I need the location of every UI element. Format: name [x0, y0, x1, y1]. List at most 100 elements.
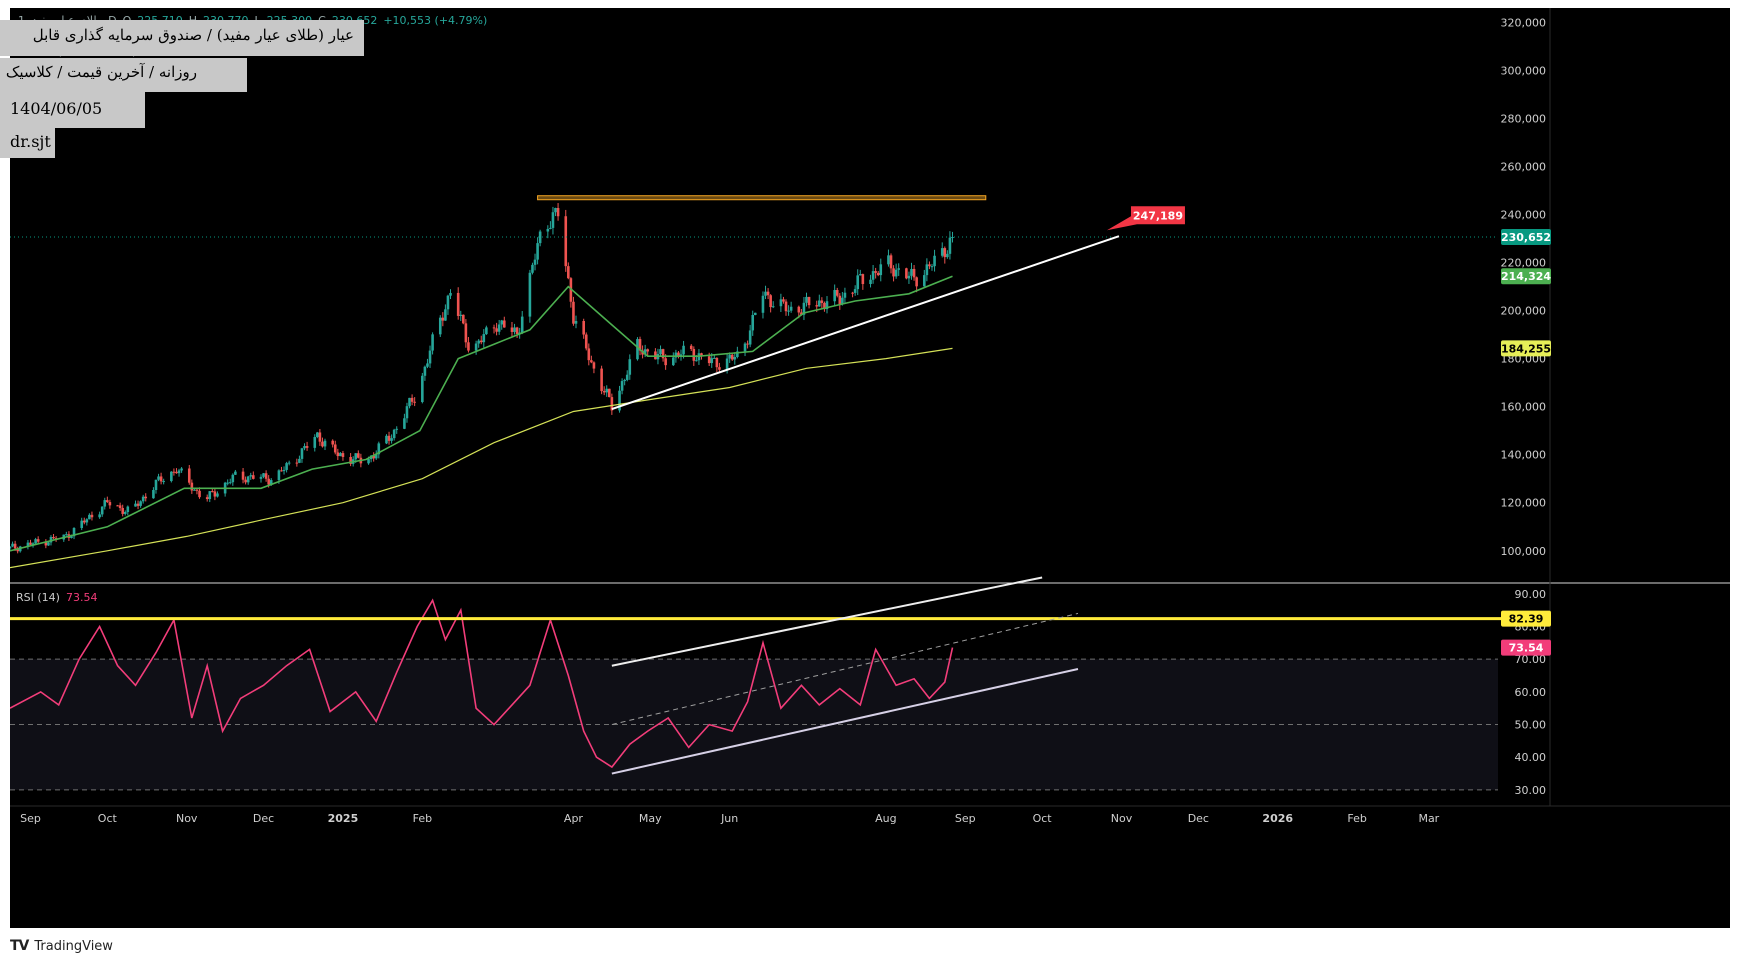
candle-body — [951, 236, 954, 238]
candle-body — [187, 468, 191, 483]
candle-body — [234, 471, 237, 475]
candle-body — [479, 340, 483, 343]
candle-body — [556, 207, 560, 217]
candle-body — [779, 299, 783, 307]
candle-body — [789, 306, 793, 311]
candle-body — [190, 482, 194, 491]
candle-body — [672, 357, 675, 366]
candle-body — [141, 496, 145, 502]
candle-body — [280, 470, 283, 472]
candle-body — [103, 500, 107, 507]
candle-body — [928, 264, 931, 267]
candle-body — [331, 440, 334, 445]
candle-body — [282, 469, 286, 472]
candle-body — [861, 274, 865, 285]
candle-body — [318, 432, 322, 442]
candle-body — [246, 476, 250, 483]
candle-body — [449, 292, 452, 296]
candle-body — [408, 397, 411, 407]
candle-body — [88, 514, 91, 520]
candle-body — [198, 490, 201, 498]
candle-body — [459, 314, 463, 316]
candle-body — [464, 323, 468, 343]
rsi-tick-label: 60.00 — [1515, 686, 1547, 699]
candle-body — [226, 482, 229, 484]
candle-body — [492, 327, 496, 329]
candle-body — [392, 429, 396, 439]
candle-body — [894, 269, 898, 277]
candle-body — [515, 327, 519, 334]
candle-body — [549, 227, 552, 229]
candle-body — [267, 478, 270, 485]
candle-body — [252, 475, 255, 479]
candle-body — [295, 462, 299, 464]
candle-body — [339, 453, 342, 457]
time-tick-label: Aug — [875, 812, 896, 825]
candle-body — [367, 459, 370, 464]
time-tick-label: Sep — [20, 812, 41, 825]
candle-body — [753, 312, 757, 315]
candle-body — [121, 507, 124, 514]
candle-body — [205, 497, 209, 500]
time-tick-label: Dec — [1188, 812, 1209, 825]
candle-body — [600, 368, 603, 392]
candle-body — [528, 272, 532, 317]
candle-body — [108, 502, 112, 506]
time-tick-label: Dec — [253, 812, 274, 825]
candle-body — [833, 290, 836, 302]
overlay-author-text: dr.sjt — [10, 132, 51, 151]
ema-fast-badge-label: 214,324 — [1501, 270, 1551, 283]
price-tick-label: 260,000 — [1501, 161, 1547, 174]
candle-body — [277, 470, 281, 481]
price-tick-label: 240,000 — [1501, 209, 1547, 222]
candle-body — [213, 491, 217, 497]
candle-body — [889, 255, 893, 269]
price-tick-label: 200,000 — [1501, 305, 1547, 318]
candle-body — [851, 292, 854, 294]
candle-body — [241, 471, 245, 480]
candle-body — [85, 519, 89, 523]
time-tick-label: May — [639, 812, 662, 825]
candle-body — [323, 440, 327, 447]
price-tick-label: 100,000 — [1501, 545, 1547, 558]
candle-body — [659, 349, 662, 355]
candle-body — [718, 367, 721, 370]
last-price-badge-label: 230,652 — [1501, 231, 1551, 244]
candle-body — [387, 435, 391, 441]
price-tick-label: 140,000 — [1501, 449, 1547, 462]
candle-body — [930, 266, 934, 268]
candle-body — [13, 543, 17, 549]
rsi-legend-name[interactable]: RSI (14) — [16, 591, 60, 604]
candle-body — [333, 444, 337, 453]
candle-body — [477, 340, 480, 344]
candle-body — [298, 458, 301, 463]
candle-body — [510, 327, 514, 332]
candle-body — [574, 320, 578, 324]
candle-body — [287, 462, 291, 464]
price-tick-label: 160,000 — [1501, 401, 1547, 414]
candle-body — [259, 476, 263, 479]
price-tick-label: 320,000 — [1501, 16, 1547, 29]
candle-body — [34, 539, 37, 544]
resistance-zone — [537, 195, 987, 201]
candle-body — [177, 470, 181, 474]
candle-body — [590, 360, 593, 363]
candle-body — [925, 264, 929, 276]
candle-body — [761, 295, 765, 313]
candle-body — [244, 479, 247, 483]
candle-body — [495, 328, 498, 332]
candle-body — [126, 506, 130, 513]
overlay-title: عیار (طلای عیار مفید) / صندوق سرمایه گذا… — [0, 20, 364, 74]
candle-body — [47, 542, 50, 546]
candle-body — [751, 314, 755, 331]
candle-body — [80, 520, 84, 529]
candle-body — [592, 362, 596, 369]
candle-body — [748, 330, 752, 345]
candle-body — [385, 435, 388, 444]
candle-body — [341, 453, 345, 457]
candle-body — [29, 542, 32, 545]
candle-body — [228, 482, 232, 484]
candle-body — [905, 268, 908, 279]
candle-body — [923, 275, 926, 287]
time-tick-label: Oct — [98, 812, 118, 825]
